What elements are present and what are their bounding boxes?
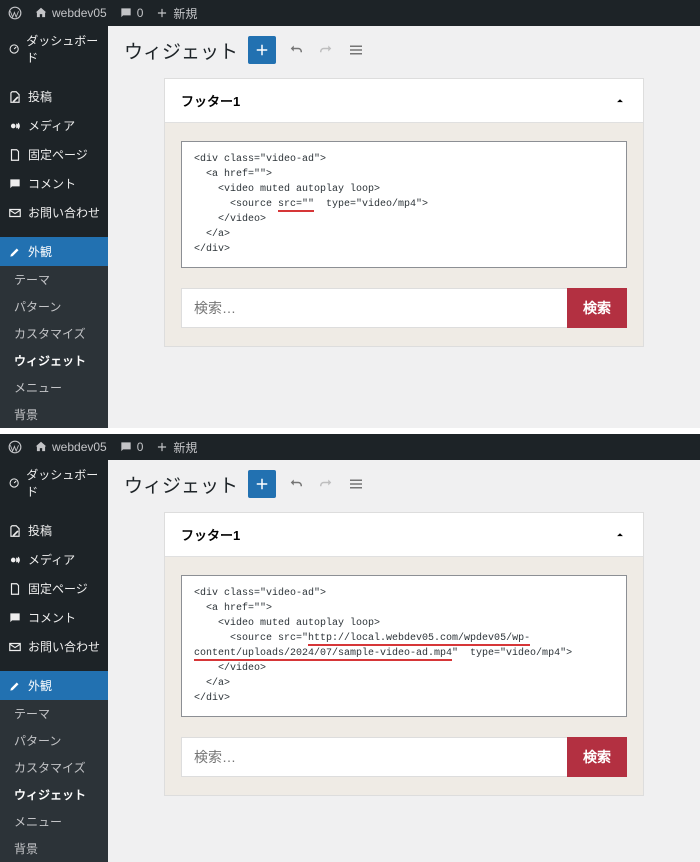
redo-button xyxy=(316,474,336,494)
custom-html-widget[interactable]: <div class="video-ad"> <a href=""> <vide… xyxy=(181,141,627,268)
admin-sidebar: ダッシュボード 投稿 メディア 固定ページ コメント お問い合わせ 外観 テーマ… xyxy=(0,460,108,862)
submenu-customize[interactable]: カスタマイズ xyxy=(0,754,108,781)
comments-link[interactable]: 0 xyxy=(119,6,144,20)
submenu-theme[interactable]: テーマ xyxy=(0,266,108,293)
wp-logo[interactable] xyxy=(8,440,22,454)
widget-area-title: フッター1 xyxy=(181,91,240,110)
menu-comments[interactable]: コメント xyxy=(0,603,108,632)
submenu-theme[interactable]: テーマ xyxy=(0,700,108,727)
widget-area-header[interactable]: フッター1 xyxy=(165,513,643,557)
site-link[interactable]: webdev05 xyxy=(34,440,107,454)
site-link[interactable]: webdev05 xyxy=(34,6,107,20)
redo-button xyxy=(316,40,336,60)
widget-area-footer1: フッター1 <div class="video-ad"> <a href="">… xyxy=(164,78,644,347)
add-block-button[interactable] xyxy=(248,470,276,498)
custom-html-widget[interactable]: <div class="video-ad"> <a href=""> <vide… xyxy=(181,575,627,717)
search-input[interactable] xyxy=(181,737,567,777)
menu-dashboard[interactable]: ダッシュボード xyxy=(0,460,108,506)
widget-area-title: フッター1 xyxy=(181,525,240,544)
new-link[interactable]: 新規 xyxy=(155,5,197,22)
admin-sidebar: ダッシュボード 投稿 メディア 固定ページ コメント お問い合わせ 外観 テーマ… xyxy=(0,26,108,428)
submenu-widgets[interactable]: ウィジェット xyxy=(0,781,108,808)
chevron-up-icon xyxy=(613,528,627,542)
wp-instance-bottom: webdev05 0 新規 ダッシュボード 投稿 メディア 固定ページ コメント… xyxy=(0,434,700,862)
page-title: ウィジェット xyxy=(124,471,238,498)
menu-pages[interactable]: 固定ページ xyxy=(0,140,108,169)
menu-comments[interactable]: コメント xyxy=(0,169,108,198)
search-widget: 検索 xyxy=(181,288,627,328)
wp-instance-top: webdev05 0 新規 ダッシュボード 投稿 メディア 固定ページ コメント… xyxy=(0,0,700,428)
submenu-patterns[interactable]: パターン xyxy=(0,293,108,320)
new-link[interactable]: 新規 xyxy=(155,439,197,456)
search-input[interactable] xyxy=(181,288,567,328)
add-block-button[interactable] xyxy=(248,36,276,64)
menu-media[interactable]: メディア xyxy=(0,111,108,140)
search-button[interactable]: 検索 xyxy=(567,737,627,777)
admin-topbar: webdev05 0 新規 xyxy=(0,0,700,26)
menu-media[interactable]: メディア xyxy=(0,545,108,574)
submenu-background[interactable]: 背景 xyxy=(0,835,108,862)
wp-logo[interactable] xyxy=(8,6,22,20)
page-title: ウィジェット xyxy=(124,37,238,64)
menu-pages[interactable]: 固定ページ xyxy=(0,574,108,603)
menu-contact[interactable]: お問い合わせ xyxy=(0,632,108,661)
menu-posts[interactable]: 投稿 xyxy=(0,82,108,111)
submenu-background[interactable]: 背景 xyxy=(0,401,108,428)
page-header: ウィジェット xyxy=(124,36,684,64)
admin-topbar: webdev05 0 新規 xyxy=(0,434,700,460)
content-area: ウィジェット フッター1 <div class="video-ad"> <a h… xyxy=(108,26,700,428)
content-area: ウィジェット フッター1 <div class="video-ad"> <a h… xyxy=(108,460,700,862)
list-view-button[interactable] xyxy=(346,474,366,494)
search-button[interactable]: 検索 xyxy=(567,288,627,328)
undo-button[interactable] xyxy=(286,40,306,60)
search-widget: 検索 xyxy=(181,737,627,777)
submenu-menus[interactable]: メニュー xyxy=(0,808,108,835)
menu-appearance[interactable]: 外観 xyxy=(0,671,108,700)
undo-button[interactable] xyxy=(286,474,306,494)
menu-dashboard[interactable]: ダッシュボード xyxy=(0,26,108,72)
menu-posts[interactable]: 投稿 xyxy=(0,516,108,545)
comments-link[interactable]: 0 xyxy=(119,440,144,454)
submenu-appearance: テーマ パターン カスタマイズ ウィジェット メニュー 背景 xyxy=(0,266,108,428)
submenu-patterns[interactable]: パターン xyxy=(0,727,108,754)
page-header: ウィジェット xyxy=(124,470,684,498)
widget-area-header[interactable]: フッター1 xyxy=(165,79,643,123)
submenu-appearance: テーマ パターン カスタマイズ ウィジェット メニュー 背景 xyxy=(0,700,108,862)
submenu-widgets[interactable]: ウィジェット xyxy=(0,347,108,374)
list-view-button[interactable] xyxy=(346,40,366,60)
submenu-customize[interactable]: カスタマイズ xyxy=(0,320,108,347)
chevron-up-icon xyxy=(613,94,627,108)
submenu-menus[interactable]: メニュー xyxy=(0,374,108,401)
menu-appearance[interactable]: 外観 xyxy=(0,237,108,266)
menu-contact[interactable]: お問い合わせ xyxy=(0,198,108,227)
widget-area-footer1: フッター1 <div class="video-ad"> <a href="">… xyxy=(164,512,644,796)
